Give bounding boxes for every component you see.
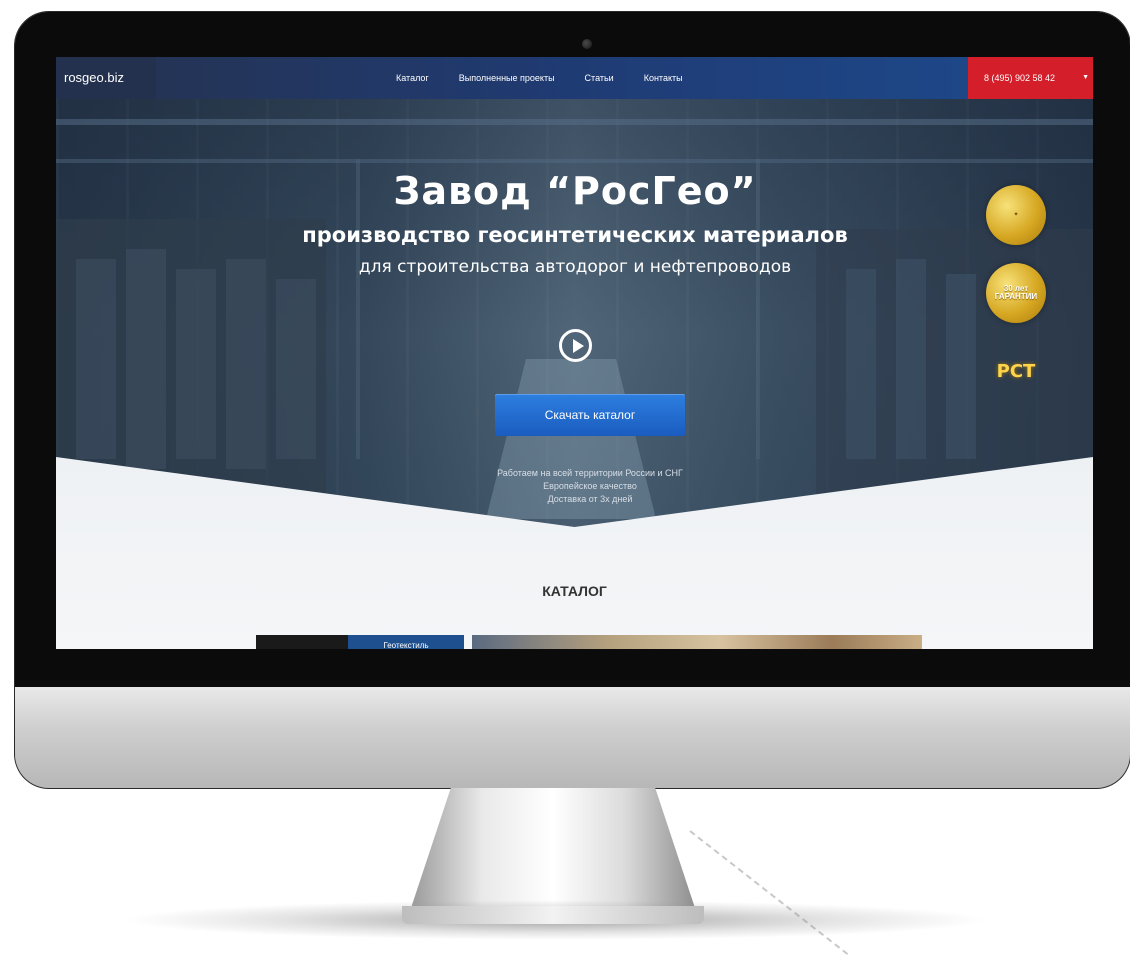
site-logo[interactable]: rosgeo.biz	[56, 57, 156, 99]
monitor-chin	[15, 687, 1130, 788]
catalog-card-geotextile[interactable]: Геотекстиль	[348, 635, 464, 649]
phone-number-button[interactable]: 8 (495) 902 58 42 ▼	[968, 57, 1093, 99]
nav-link-articles[interactable]: Статьи	[585, 73, 614, 83]
guarantee-badge: 30 лет ГАРАНТИИ	[986, 263, 1046, 323]
hero-subtitle: производство геосинтетических материалов	[302, 223, 848, 247]
quality-seal-badge: ✦	[986, 185, 1046, 245]
website-screen: Завод “РосГео” производство геосинтетиче…	[56, 57, 1093, 649]
monitor-base	[402, 906, 704, 924]
camera-icon	[582, 39, 592, 49]
top-navigation: rosgeo.biz Каталог Выполненные проекты С…	[56, 57, 1093, 99]
rst-label: РСТ	[996, 360, 1036, 382]
rst-certification-badge: РСТ	[986, 341, 1046, 401]
catalog-card-image[interactable]	[256, 635, 348, 649]
download-catalog-button[interactable]: Скачать каталог	[495, 394, 685, 436]
nav-link-contacts[interactable]: Контакты	[644, 73, 683, 83]
nav-link-catalog[interactable]: Каталог	[396, 73, 429, 83]
nav-link-projects[interactable]: Выполненные проекты	[459, 73, 555, 83]
hero-tagline: для строительства автодорог и нефтепрово…	[358, 257, 792, 277]
nav-menu: Каталог Выполненные проекты Статьи Конта…	[396, 57, 683, 99]
phone-number: 8 (495) 902 58 42	[984, 73, 1056, 83]
chevron-down-icon: ▼	[1082, 74, 1089, 81]
play-video-button[interactable]	[559, 329, 592, 362]
monitor-stand-neck	[411, 788, 695, 908]
catalog-heading: КАТАЛОГ	[542, 583, 607, 599]
guarantee-label: 30 лет ГАРАНТИИ	[994, 284, 1038, 301]
play-icon	[573, 339, 584, 353]
page-title: Завод “РосГео”	[393, 169, 757, 213]
seal-icon: ✦	[1013, 212, 1019, 218]
monitor-frame: Завод “РосГео” производство геосинтетиче…	[15, 12, 1130, 788]
catalog-card-photo[interactable]	[472, 635, 922, 649]
